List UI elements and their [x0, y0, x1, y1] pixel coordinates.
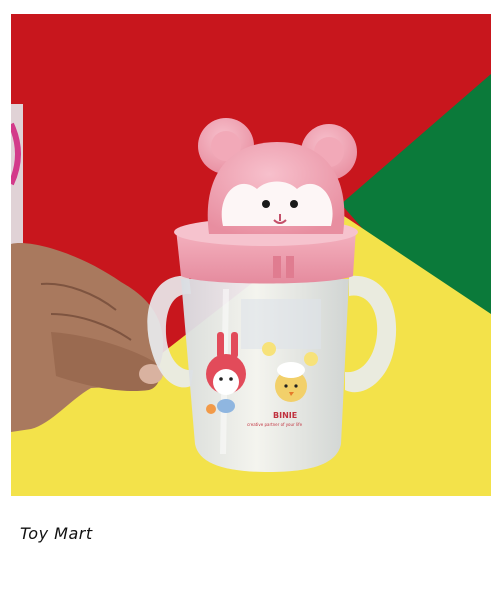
shop-caption: Toy Mart [20, 524, 93, 543]
cup-tagline-text: creative partner of your life [247, 422, 303, 427]
product-photo: BINIE creative partner of your life [11, 14, 491, 496]
cup-brand-text: BINIE [273, 411, 297, 420]
